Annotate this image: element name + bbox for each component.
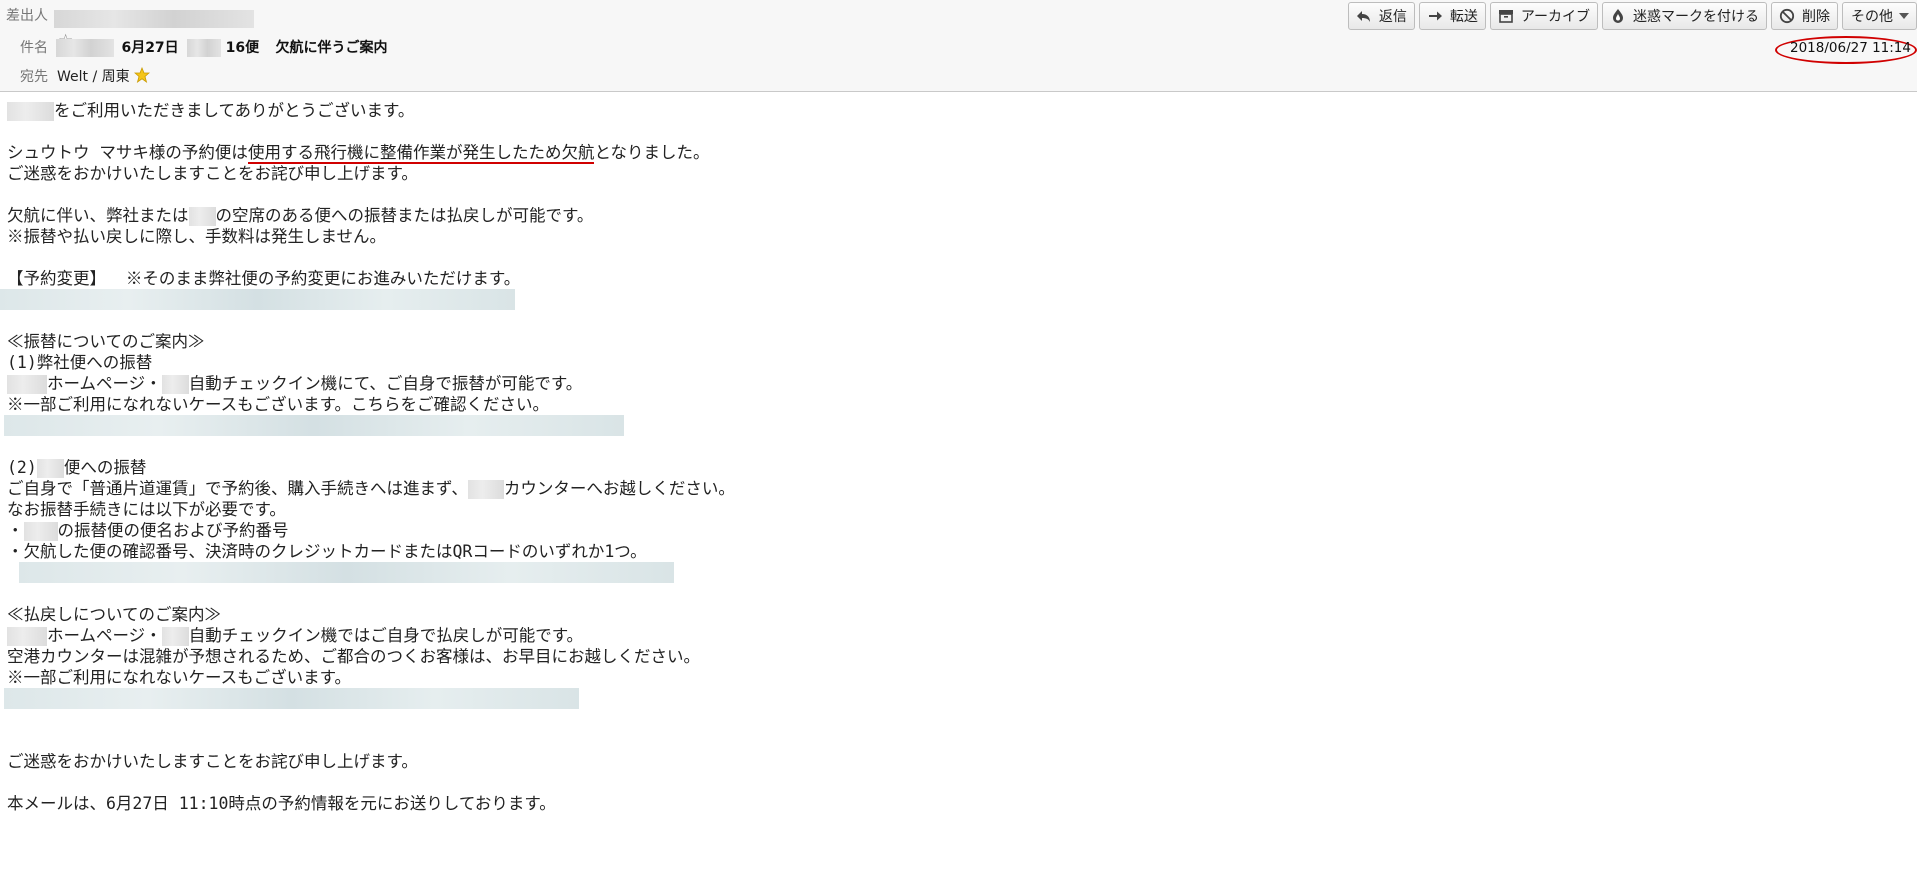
other-label: その他 — [1851, 9, 1893, 25]
body-line: (1)弊社便への振替 — [7, 353, 153, 372]
delete-icon — [1778, 7, 1796, 25]
redacted-partner — [36, 459, 64, 478]
body-line: ※一部ご利用になれないケースもございます。 — [7, 668, 352, 687]
subject-flight: 16便 — [225, 40, 260, 56]
annotation-underline: 使用する飛行機に整備作業が発生したため欠航 — [247, 143, 595, 164]
body-line: ≪振替についてのご案内≫ — [7, 332, 205, 351]
reply-label: 返信 — [1378, 9, 1407, 25]
subject-label: 件名 — [20, 40, 48, 56]
body-line: ホームページ・ 自動チェックイン機にて、ご自身で振替が可能です。 — [7, 373, 1907, 394]
link-line[interactable] — [4, 415, 1907, 436]
junk-label: 迷惑マークを付ける — [1633, 9, 1759, 25]
redacted-airline-name — [7, 627, 47, 646]
archive-icon — [1497, 7, 1515, 25]
message-header: 差出人 ☆ 件名 6月27日 16便 欠航に伴うご案内 宛先 Welt / 周東 — [0, 0, 1917, 92]
to-value-wrap[interactable]: Welt / 周東 — [57, 66, 151, 90]
message-toolbar: 返信 転送 アーカイブ 迷惑マークを付ける 削除 その他 — [1347, 2, 1917, 32]
redacted-partner — [23, 522, 58, 541]
redacted-airline-name — [161, 375, 189, 394]
redacted-sender — [54, 10, 254, 28]
body-line: をご利用いただきましてありがとうございます。 — [7, 100, 1907, 121]
star-emoji-icon — [134, 66, 151, 90]
reply-button[interactable]: 返信 — [1347, 2, 1415, 30]
subject-value: 6月27日 16便 欠航に伴うご案内 — [56, 37, 388, 59]
body-line: 本メールは、6月27日 11:10時点の予約情報を元にお送りしております。 — [7, 794, 556, 813]
redacted-airline-name — [161, 627, 189, 646]
delete-button[interactable]: 削除 — [1771, 2, 1838, 30]
redacted-partner — [188, 207, 216, 226]
redacted-subject-prefix — [56, 39, 114, 57]
body-line: ・の振替便の便名および予約番号 — [7, 521, 289, 541]
from-label: 差出人 — [6, 8, 48, 24]
body-line: ご迷惑をおかけいたしますことをお詫び申し上げます。 — [7, 164, 418, 183]
body-line: ご自身で「普通片道運賃」で予約後、購入手続きへは進まず、 カウンターへお越しくださ… — [7, 479, 735, 499]
delete-label: 削除 — [1802, 9, 1830, 25]
message-date: 2018/06/27 11:14 — [1789, 40, 1911, 56]
redacted-airline — [187, 39, 222, 57]
to-label: 宛先 — [20, 69, 48, 85]
redacted-link[interactable] — [19, 562, 674, 583]
date-annotation: 2018/06/27 11:14 — [1775, 36, 1917, 64]
to-value: Welt / 周東 — [57, 69, 130, 85]
body-line: 欠航に伴い、弊社または の空席のある便への振替または払戻しが可能です。 — [7, 206, 594, 226]
reply-icon — [1355, 7, 1373, 25]
body-line: ご迷惑をおかけいたしますことをお詫び申し上げます。 — [7, 752, 418, 771]
message-body: をご利用いただきましてありがとうございます。 シュウトウ マサキ様の予約便は使用… — [0, 100, 1907, 814]
subject-text: 欠航に伴うご案内 — [275, 40, 388, 56]
redacted-partner — [467, 480, 504, 499]
redacted-airline-name — [7, 102, 54, 121]
archive-button[interactable]: アーカイブ — [1489, 2, 1598, 30]
link-line[interactable] — [0, 289, 1907, 310]
body-line: なお振替手続きには以下が必要です。 — [7, 500, 286, 519]
body-line: シュウトウ マサキ様の予約便は使用する飛行機に整備作業が発生したため欠航となりま… — [7, 143, 710, 164]
redacted-link[interactable] — [0, 289, 515, 310]
body-line: ※振替や払い戻しに際し、手数料は発生しません。 — [7, 227, 387, 246]
forward-icon — [1426, 7, 1444, 25]
body-line: 【予約変更】 ※そのまま弊社便の予約変更にお進みいただけます。 — [7, 269, 521, 288]
archive-label: アーカイブ — [1520, 9, 1590, 25]
redacted-link[interactable] — [4, 688, 579, 709]
dropdown-icon — [1899, 13, 1909, 19]
body-line: 空港カウンターは混雑が予想されるため、ご都合のつくお客様は、お早目にお越しくださ… — [7, 647, 700, 666]
body-line: ・欠航した便の確認番号、決済時のクレジットカードまたはQRコードのいずれか1つ。 — [7, 542, 647, 561]
body-line: (2) 便への振替 — [7, 458, 147, 478]
forward-label: 転送 — [1449, 9, 1478, 25]
body-line: ホームページ・ 自動チェックイン機ではご自身で払戻しが可能です。 — [7, 625, 1907, 646]
subject-date: 6月27日 — [121, 40, 179, 56]
redacted-airline-name — [7, 375, 47, 394]
link-line[interactable] — [4, 688, 1907, 709]
other-menu-button[interactable]: その他 — [1842, 2, 1917, 30]
link-line[interactable] — [7, 562, 1907, 583]
forward-button[interactable]: 転送 — [1418, 2, 1486, 30]
redacted-link[interactable] — [4, 415, 624, 436]
body-line: ※一部ご利用になれないケースもございます。こちらをご確認ください。 — [7, 395, 550, 414]
junk-icon — [1609, 7, 1627, 25]
body-line: ≪払戻しについてのご案内≫ — [7, 605, 222, 624]
junk-button[interactable]: 迷惑マークを付ける — [1602, 2, 1767, 30]
